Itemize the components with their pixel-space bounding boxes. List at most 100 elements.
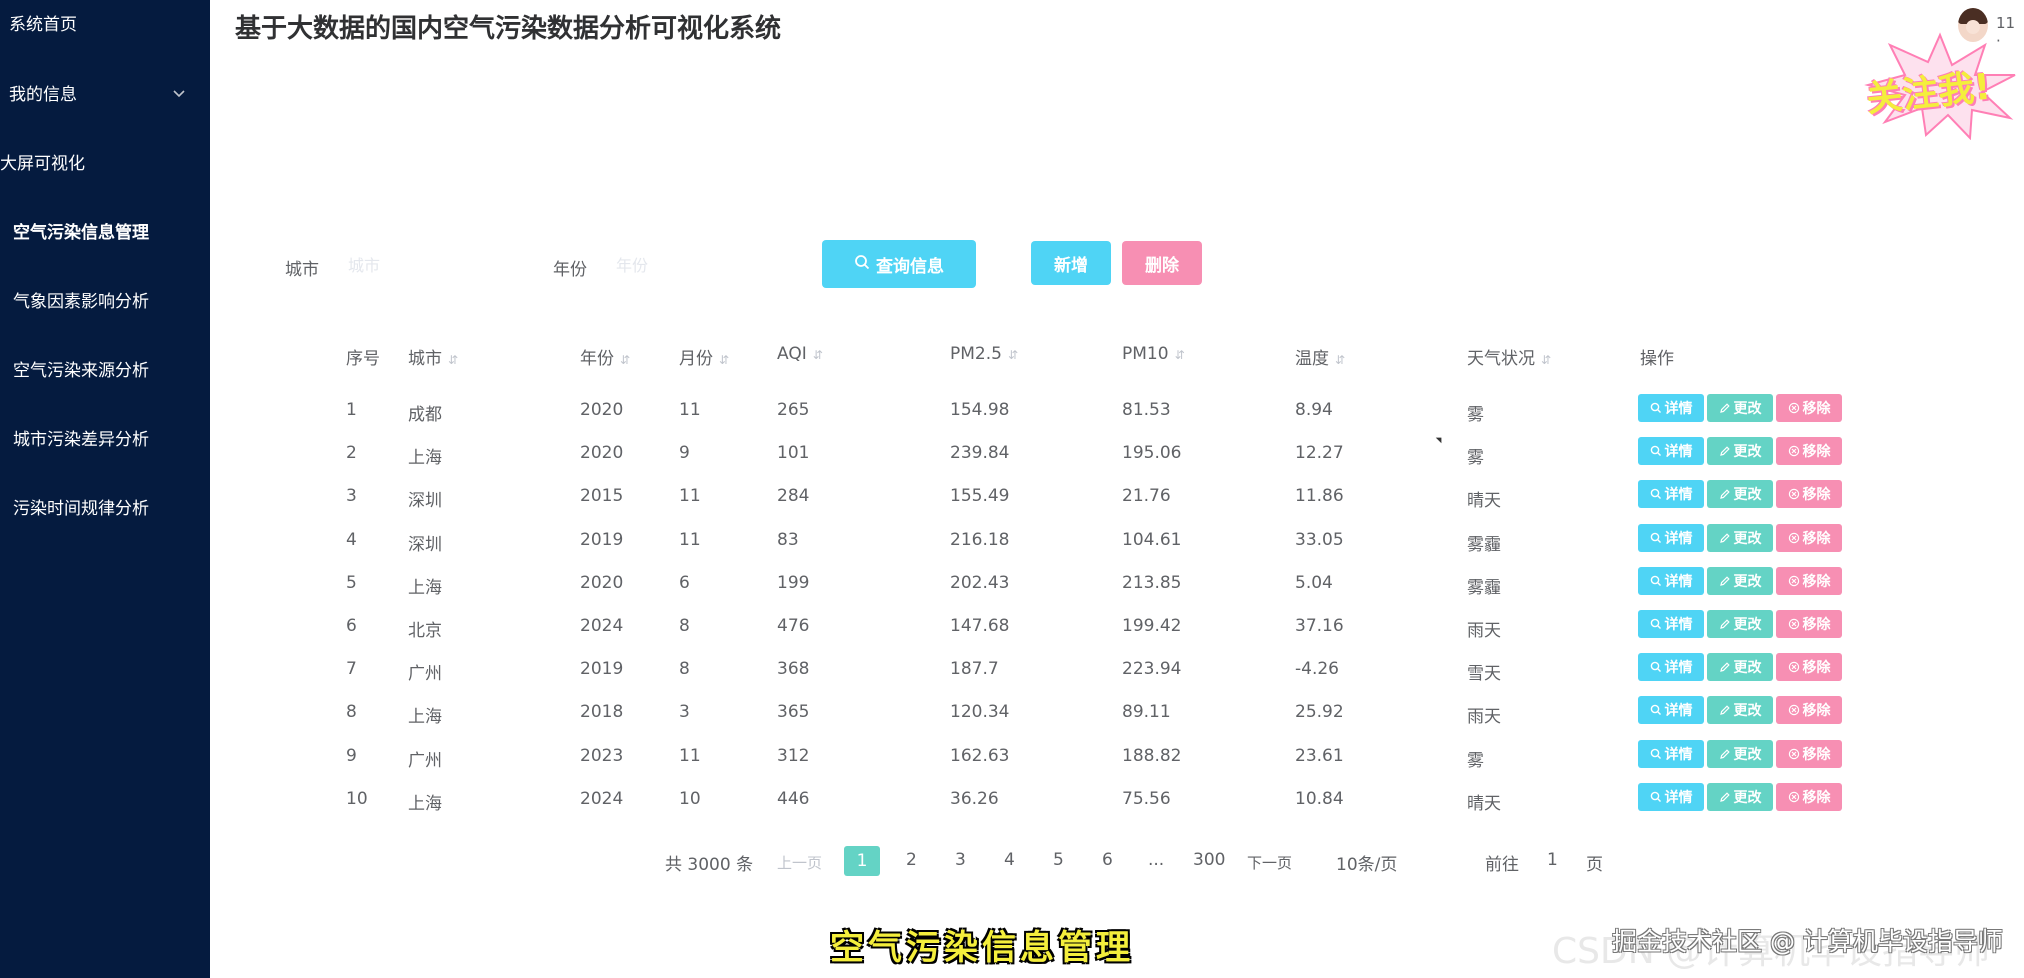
detail-button[interactable]: 详情 bbox=[1638, 567, 1704, 595]
edit-button[interactable]: 更改 bbox=[1707, 567, 1773, 595]
detail-button[interactable]: 详情 bbox=[1638, 480, 1704, 508]
cell-aqi: 312 bbox=[777, 746, 810, 766]
sidebar-item-big-screen[interactable]: 大屏可视化 bbox=[0, 144, 210, 184]
add-button[interactable]: 新增 bbox=[1031, 241, 1111, 285]
sidebar-item-air-pollution-manage[interactable]: 空气污染信息管理 bbox=[13, 213, 210, 253]
remove-button[interactable]: 移除 bbox=[1776, 653, 1842, 681]
goto-page-input[interactable]: 1 bbox=[1547, 850, 1558, 870]
remove-button[interactable]: 移除 bbox=[1776, 524, 1842, 552]
cell-pm10: 223.94 bbox=[1122, 659, 1182, 679]
page-number-last[interactable]: 300 bbox=[1193, 850, 1225, 870]
remove-button[interactable]: 移除 bbox=[1776, 480, 1842, 508]
column-header-pm25[interactable]: PM2.5 ⇵ bbox=[950, 344, 1018, 364]
remove-button[interactable]: 移除 bbox=[1776, 394, 1842, 422]
cell-year: 2020 bbox=[580, 443, 624, 463]
detail-button[interactable]: 详情 bbox=[1638, 783, 1704, 811]
column-header-label: 年份 bbox=[580, 349, 614, 369]
sort-icon[interactable]: ⇵ bbox=[620, 353, 630, 367]
column-header-city[interactable]: 城市 ⇵ bbox=[408, 344, 458, 369]
cell-year: 2020 bbox=[580, 573, 624, 593]
sidebar-item-weather-factor[interactable]: 气象因素影响分析 bbox=[13, 282, 210, 322]
cell-no: 4 bbox=[346, 530, 357, 550]
column-header-weather[interactable]: 天气状况 ⇵ bbox=[1467, 344, 1551, 369]
column-header-aqi[interactable]: AQI ⇵ bbox=[777, 344, 823, 364]
page-number[interactable]: 2 bbox=[906, 850, 917, 870]
edit-button[interactable]: 更改 bbox=[1707, 653, 1773, 681]
page-number-active[interactable]: 1 bbox=[844, 846, 880, 876]
sidebar-item-city-difference[interactable]: 城市污染差异分析 bbox=[13, 420, 210, 460]
sort-icon[interactable]: ⇵ bbox=[719, 353, 729, 367]
remove-button[interactable]: 移除 bbox=[1776, 610, 1842, 638]
sidebar-item-home[interactable]: 系统首页 bbox=[9, 5, 219, 45]
search-icon bbox=[1650, 575, 1662, 587]
remove-button[interactable]: 移除 bbox=[1776, 740, 1842, 768]
detail-button[interactable]: 详情 bbox=[1638, 437, 1704, 465]
cell-pm25: 239.84 bbox=[950, 443, 1010, 463]
column-header-year[interactable]: 年份 ⇵ bbox=[580, 344, 630, 369]
cell-aqi: 199 bbox=[777, 573, 810, 593]
detail-button[interactable]: 详情 bbox=[1638, 653, 1704, 681]
cell-city: 上海 bbox=[408, 448, 442, 468]
edit-button-label: 更改 bbox=[1733, 444, 1762, 460]
page-title: 基于大数据的国内空气污染数据分析可视化系统 bbox=[235, 14, 782, 44]
cell-city: 上海 bbox=[408, 578, 442, 598]
delete-button[interactable]: 删除 bbox=[1122, 241, 1202, 285]
page-ellipsis[interactable]: ... bbox=[1148, 850, 1164, 870]
prev-page-button[interactable]: 上一页 bbox=[777, 852, 822, 873]
detail-button-label: 详情 bbox=[1664, 401, 1693, 417]
detail-button[interactable]: 详情 bbox=[1638, 696, 1704, 724]
remove-button[interactable]: 移除 bbox=[1776, 567, 1842, 595]
remove-button[interactable]: 移除 bbox=[1776, 696, 1842, 724]
column-header-pm10[interactable]: PM10 ⇵ bbox=[1122, 344, 1185, 364]
remove-button-label: 移除 bbox=[1802, 790, 1831, 806]
sort-icon[interactable]: ⇵ bbox=[448, 353, 458, 367]
cell-aqi: 476 bbox=[777, 616, 810, 636]
detail-button[interactable]: 详情 bbox=[1638, 740, 1704, 768]
page-number[interactable]: 4 bbox=[1004, 850, 1015, 870]
cell-city: 深圳 bbox=[408, 535, 442, 555]
edit-button[interactable]: 更改 bbox=[1707, 740, 1773, 768]
close-circle-icon bbox=[1788, 488, 1800, 500]
column-header-temp[interactable]: 温度 ⇵ bbox=[1295, 344, 1345, 369]
cell-month: 11 bbox=[679, 486, 701, 506]
edit-button[interactable]: 更改 bbox=[1707, 783, 1773, 811]
pencil-icon bbox=[1719, 488, 1731, 500]
cell-aqi: 368 bbox=[777, 659, 810, 679]
sidebar-item-pollution-source[interactable]: 空气污染来源分析 bbox=[13, 351, 210, 391]
edit-button-label: 更改 bbox=[1733, 747, 1762, 763]
sort-icon[interactable]: ⇵ bbox=[813, 348, 823, 362]
edit-button-label: 更改 bbox=[1733, 703, 1762, 719]
edit-button[interactable]: 更改 bbox=[1707, 696, 1773, 724]
next-page-button[interactable]: 下一页 bbox=[1247, 852, 1292, 873]
year-input[interactable] bbox=[614, 246, 798, 284]
edit-button[interactable]: 更改 bbox=[1707, 394, 1773, 422]
sidebar-item-my-info[interactable]: 我的信息 bbox=[9, 75, 210, 115]
detail-button[interactable]: 详情 bbox=[1638, 610, 1704, 638]
column-header-month[interactable]: 月份 ⇵ bbox=[679, 344, 729, 369]
detail-button[interactable]: 详情 bbox=[1638, 394, 1704, 422]
sidebar-item-time-pattern[interactable]: 污染时间规律分析 bbox=[13, 489, 210, 529]
page-number[interactable]: 3 bbox=[955, 850, 966, 870]
detail-button[interactable]: 详情 bbox=[1638, 524, 1704, 552]
page-number[interactable]: 5 bbox=[1053, 850, 1064, 870]
sort-icon[interactable]: ⇵ bbox=[1335, 353, 1345, 367]
column-header-label: AQI bbox=[777, 344, 807, 364]
remove-button[interactable]: 移除 bbox=[1776, 783, 1842, 811]
city-input[interactable] bbox=[346, 246, 530, 284]
edit-button[interactable]: 更改 bbox=[1707, 437, 1773, 465]
sort-icon[interactable]: ⇵ bbox=[1175, 348, 1185, 362]
cell-weather: 雾霾 bbox=[1467, 535, 1501, 555]
edit-button[interactable]: 更改 bbox=[1707, 610, 1773, 638]
close-circle-icon bbox=[1788, 791, 1800, 803]
city-label: 城市 bbox=[285, 260, 319, 280]
sort-icon[interactable]: ⇵ bbox=[1541, 353, 1551, 367]
edit-button[interactable]: 更改 bbox=[1707, 524, 1773, 552]
page-number[interactable]: 6 bbox=[1102, 850, 1113, 870]
sort-icon[interactable]: ⇵ bbox=[1008, 348, 1018, 362]
page-size-select[interactable]: 10条/页 bbox=[1336, 850, 1397, 875]
edit-button-label: 更改 bbox=[1733, 660, 1762, 676]
remove-button[interactable]: 移除 bbox=[1776, 437, 1842, 465]
query-button[interactable]: 查询信息 bbox=[822, 240, 976, 288]
cell-month: 10 bbox=[679, 789, 701, 809]
edit-button[interactable]: 更改 bbox=[1707, 480, 1773, 508]
